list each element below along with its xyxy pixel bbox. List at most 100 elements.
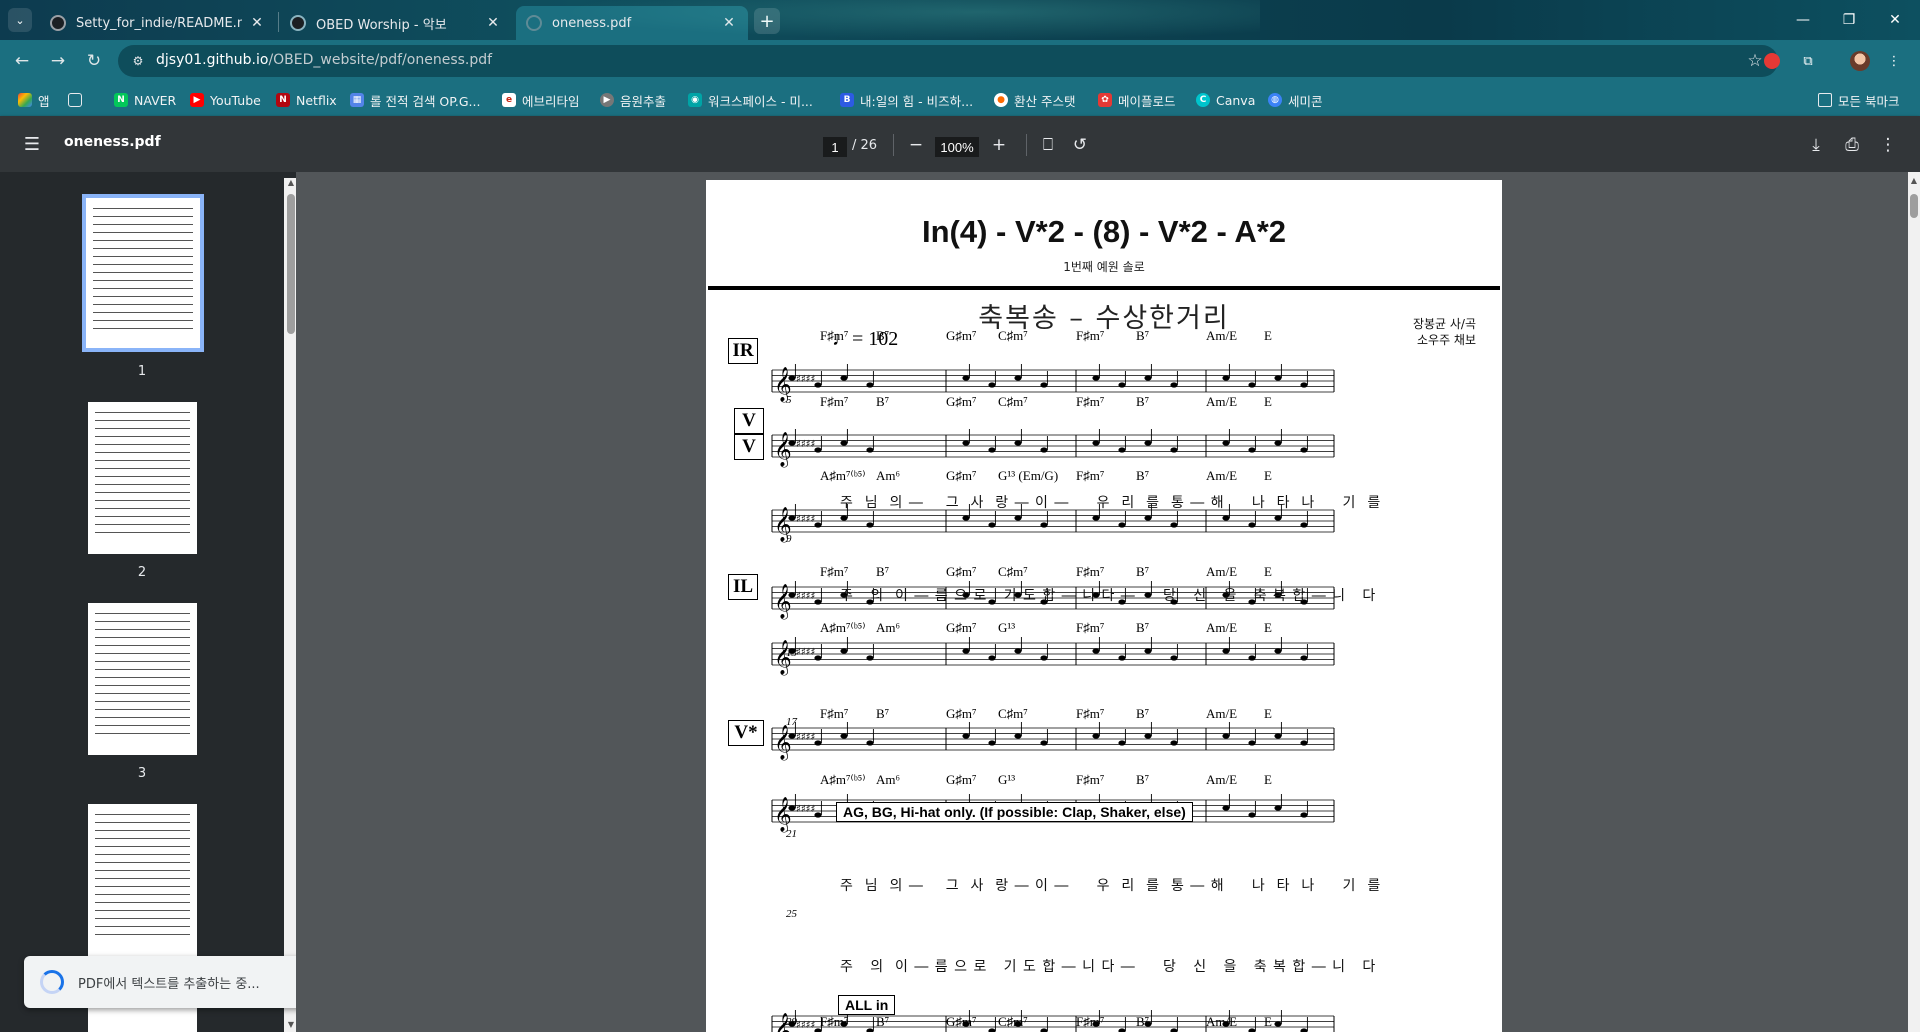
divider [708, 286, 1500, 290]
avatar [1850, 51, 1870, 71]
bookmark-label: 음원추출 [620, 93, 667, 109]
note-head [1300, 1028, 1308, 1032]
thumbnail-staff-line [94, 814, 191, 815]
page-thumbnail[interactable] [88, 804, 197, 956]
chevron-down-icon: ⌄ [15, 13, 25, 27]
thumbnail-staff-line [94, 918, 191, 919]
pdf-more-button[interactable]: ⋮ [1876, 133, 1900, 157]
zoom-out-button[interactable]: − [904, 133, 928, 157]
thumbnail-staff-line [92, 208, 194, 209]
scroll-up-icon[interactable]: ▲ [1908, 176, 1920, 185]
sidebar-toggle-button[interactable]: ☰ [20, 132, 44, 156]
bookmark-youtube[interactable]: ▶ YouTube [190, 90, 261, 110]
bookmark-stat-calc[interactable]: ● 환산 주스탯 [994, 90, 1075, 110]
tab-search-button[interactable]: ⌄ [8, 8, 32, 32]
zoom-in-button[interactable]: + [987, 133, 1011, 157]
scrollbar-thumb[interactable] [287, 194, 295, 334]
note-head [1300, 812, 1308, 818]
minimize-button[interactable]: — [1780, 0, 1826, 40]
page-number-input[interactable] [823, 137, 847, 157]
thumbnail-staff-line [94, 669, 191, 670]
download-button[interactable]: ⤓ [1804, 133, 1828, 157]
note-head [1144, 440, 1152, 446]
close-icon[interactable]: ✕ [720, 14, 738, 32]
thumbnail-staff-line [94, 428, 191, 429]
reload-button[interactable]: ↻ [80, 47, 108, 75]
thumbnail-staff-line [94, 621, 191, 622]
main-scrollbar[interactable]: ▲ [1908, 172, 1920, 1032]
bookmark-label: 환산 주스탯 [1014, 93, 1076, 109]
forward-button[interactable]: → [44, 47, 72, 75]
page-thumbnail[interactable] [88, 603, 197, 755]
close-icon[interactable]: ✕ [248, 14, 266, 32]
fit-page-button[interactable]: ⎕ [1036, 133, 1060, 157]
clef-symbol: ♯♯♯♯ [796, 647, 815, 658]
bookmark-workspace[interactable]: ◉ 워크스페이스 - 미... [688, 90, 813, 110]
restore-button[interactable]: ❐ [1826, 0, 1872, 40]
apps-grid-icon [18, 93, 32, 107]
note-head [1144, 648, 1152, 654]
bookmark-everytime[interactable]: e 에브리타임 [502, 90, 580, 110]
tab-oneness-pdf[interactable]: oneness.pdf ✕ [516, 6, 748, 40]
bookmark-audio-extract[interactable]: ▶ 음원추출 [600, 90, 666, 110]
page-thumbnail[interactable] [82, 194, 204, 352]
chrome-menu-button[interactable]: ⋮ [1884, 51, 1904, 71]
bookmark-canva[interactable]: C Canva [1196, 90, 1255, 110]
zoom-input[interactable] [935, 137, 979, 157]
note-head [1040, 382, 1048, 388]
bookmark-label: 앱 [38, 93, 50, 109]
scrollbar-thumb[interactable] [1910, 194, 1918, 218]
chord-symbol: E [1264, 328, 1272, 343]
tab-readme[interactable]: Setty_for_indie/README.md at ✕ [40, 6, 276, 40]
bookmark-mapleroad[interactable]: ✿ 메이플로드 [1098, 90, 1176, 110]
plus-icon: + [991, 135, 1007, 155]
netflix-icon: N [276, 93, 290, 107]
note-head [962, 440, 970, 446]
site-info-icon[interactable]: ⚙ [130, 53, 146, 69]
thumbnail-staff-line [94, 452, 191, 453]
chord-symbol: G¹³ (Em/G) [998, 468, 1059, 483]
thumbnail-sidebar: 1 2 3 [0, 172, 296, 1032]
rotate-button[interactable]: ↺ [1068, 133, 1092, 157]
bookmark-opgg[interactable]: ▦ 롤 전적 검색 OP.G... [350, 90, 480, 110]
print-icon: ⎙ [1845, 135, 1859, 155]
note-head [1274, 375, 1282, 381]
note-head [988, 1028, 996, 1032]
back-button[interactable]: ← [8, 47, 36, 75]
note-head [866, 740, 874, 746]
thumbnail-staff-line [94, 468, 191, 469]
page-thumbnail[interactable] [88, 1006, 197, 1032]
extension-button[interactable] [1762, 51, 1782, 71]
page-thumbnail[interactable] [88, 402, 197, 554]
bookmark-bizinfo[interactable]: B 내:일의 힘 - 비즈하... [840, 90, 973, 110]
note-head [1274, 440, 1282, 446]
extensions-menu-button[interactable]: ⧉ [1798, 51, 1818, 71]
thumbnail-staff-line [94, 709, 191, 710]
tab-obed-worship[interactable]: OBED Worship - 악보 ✕ [280, 6, 512, 40]
bookmark-tab-groups[interactable] [68, 90, 88, 110]
thumbnail-staff-line [94, 733, 191, 734]
all-bookmarks[interactable]: 모든 북마크 [1818, 90, 1899, 110]
note-head [1040, 1028, 1048, 1032]
print-button[interactable]: ⎙ [1840, 133, 1864, 157]
close-icon[interactable]: ✕ [484, 14, 502, 32]
new-tab-button[interactable]: + [754, 8, 780, 34]
youtube-icon: ▶ [190, 93, 204, 107]
note-head [988, 382, 996, 388]
note-head [988, 522, 996, 528]
bookmark-netflix[interactable]: N Netflix [276, 90, 337, 110]
note-head [1118, 447, 1126, 453]
bookmark-semicon[interactable]: ◍ 세미콘 [1268, 90, 1323, 110]
bookmark-label: 메이플로드 [1118, 93, 1176, 109]
note-head [1248, 655, 1256, 661]
thumbnail-staff-line [94, 476, 191, 477]
profile-button[interactable] [1850, 51, 1870, 71]
address-bar[interactable]: ⚙ djsy01.github.io/OBED_website/pdf/onen… [118, 45, 1778, 77]
record-extension-icon [1764, 53, 1780, 69]
bookmark-naver[interactable]: N NAVER [114, 90, 176, 110]
bookmark-apps[interactable]: 앱 [18, 90, 50, 110]
thumbnail-staff-line [94, 484, 191, 485]
close-window-button[interactable]: ✕ [1872, 0, 1918, 40]
note-head [788, 440, 796, 446]
play-circle-icon: ▶ [600, 93, 614, 107]
